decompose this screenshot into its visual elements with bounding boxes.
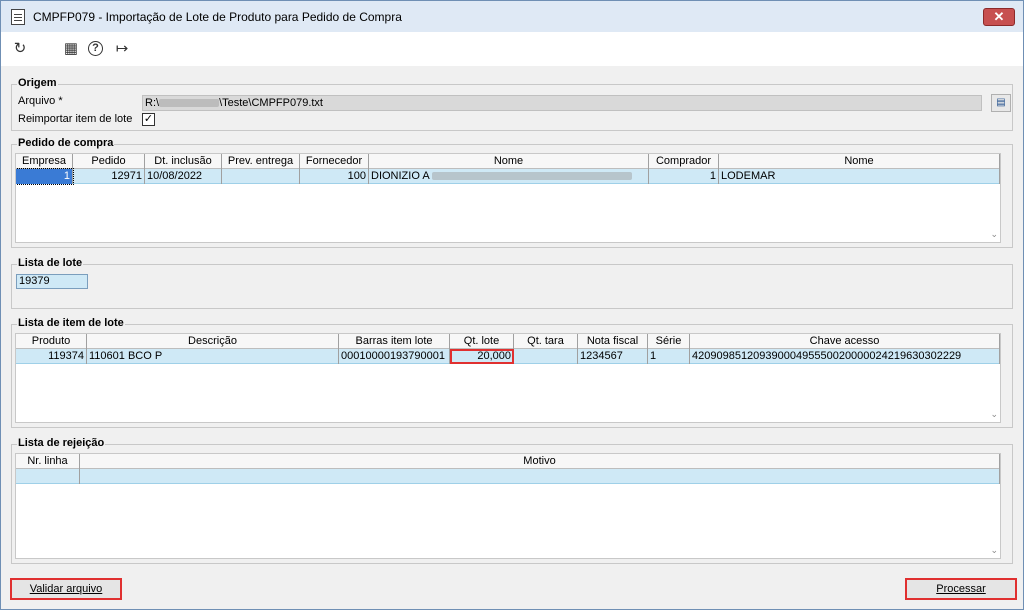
window-title: CMPFP079 - Importação de Lote de Produto… — [33, 9, 402, 24]
scroll-down-icon[interactable]: ⌄ — [990, 545, 998, 556]
table-row[interactable]: 119374 110601 BCO P 00010000193790001 20… — [16, 349, 1000, 364]
col-nr-linha[interactable]: Nr. linha — [16, 454, 80, 469]
lista-item-legend: Lista de item de lote — [17, 317, 125, 329]
col-prev-entrega[interactable]: Prev. entrega — [222, 154, 300, 169]
redacted-name — [432, 172, 633, 181]
validar-arquivo-button[interactable]: Validar arquivo — [10, 578, 122, 600]
pedido-group: Pedido de compra Empresa Pedido Dt. incl… — [11, 137, 1013, 248]
title-bar: CMPFP079 - Importação de Lote de Produto… — [1, 1, 1023, 32]
lista-lote-group: Lista de lote 19379 — [11, 257, 1013, 309]
refresh-icon[interactable]: ↻ — [11, 40, 29, 58]
arquivo-field[interactable]: R:\ \Teste\CMPFP079.txt — [142, 95, 982, 111]
col-empresa[interactable]: Empresa — [16, 154, 73, 169]
origem-legend: Origem — [17, 77, 58, 89]
lista-lote-legend: Lista de lote — [17, 257, 84, 269]
rejeicao-grid-header: Nr. linha Motivo — [16, 454, 1000, 469]
main-window: CMPFP079 - Importação de Lote de Produto… — [0, 0, 1024, 610]
arquivo-suffix: \Teste\CMPFP079.txt — [219, 97, 323, 109]
redacted-path — [159, 99, 220, 108]
cell-pedido[interactable]: 12971 — [73, 169, 145, 184]
cell-nr-linha[interactable] — [16, 469, 80, 484]
col-motivo[interactable]: Motivo — [80, 454, 1000, 469]
document-icon — [11, 8, 25, 25]
pedido-grid-header: Empresa Pedido Dt. inclusão Prev. entreg… — [16, 154, 1000, 169]
col-qt-lote[interactable]: Qt. lote — [450, 334, 514, 349]
cell-chave-acesso[interactable]: 4209098512093900049555002000002421963030… — [690, 349, 1000, 364]
calendar-icon[interactable]: ▦ — [62, 40, 80, 58]
cell-dt-inclusao[interactable]: 10/08/2022 — [145, 169, 222, 184]
cell-qt-tara[interactable] — [514, 349, 578, 364]
scroll-down-icon[interactable]: ⌄ — [990, 409, 998, 420]
cell-barras[interactable]: 00010000193790001 — [339, 349, 450, 364]
col-produto[interactable]: Produto — [16, 334, 87, 349]
cell-qt-lote[interactable]: 20,000 — [450, 349, 514, 364]
col-chave-acesso[interactable]: Chave acesso — [690, 334, 1000, 349]
cell-produto[interactable]: 119374 — [16, 349, 87, 364]
cell-serie[interactable]: 1 — [648, 349, 690, 364]
processar-button[interactable]: Processar — [905, 578, 1017, 600]
exit-icon[interactable]: ↦ — [113, 40, 131, 58]
table-row[interactable] — [16, 469, 1000, 484]
item-grid[interactable]: Produto Descrição Barras item lote Qt. l… — [15, 333, 1001, 423]
lote-field[interactable]: 19379 — [16, 274, 88, 289]
rejeicao-group: Lista de rejeição Nr. linha Motivo ⌄ — [11, 437, 1013, 564]
cell-descricao[interactable]: 110601 BCO P — [87, 349, 339, 364]
cell-motivo[interactable] — [80, 469, 1000, 484]
col-comprador[interactable]: Comprador — [649, 154, 719, 169]
nome-fornecedor-text: DIONIZIO A — [371, 170, 430, 182]
cell-comprador[interactable]: 1 — [649, 169, 719, 184]
table-row[interactable]: 1 12971 10/08/2022 100 DIONIZIO A 1 LODE… — [16, 168, 1000, 185]
arquivo-label: Arquivo * — [18, 95, 63, 107]
toolbar: ↻ ▦ ? ↦ — [1, 32, 1023, 66]
col-qt-tara[interactable]: Qt. tara — [514, 334, 578, 349]
close-button[interactable]: ✕ — [983, 8, 1015, 26]
col-descricao[interactable]: Descrição — [87, 334, 339, 349]
col-nota-fiscal[interactable]: Nota fiscal — [578, 334, 648, 349]
item-grid-header: Produto Descrição Barras item lote Qt. l… — [16, 334, 1000, 349]
cell-nome-fornecedor[interactable]: DIONIZIO A — [369, 169, 649, 184]
cell-nota-fiscal[interactable]: 1234567 — [578, 349, 648, 364]
col-dt-inclusao[interactable]: Dt. inclusão — [145, 154, 222, 169]
arquivo-prefix: R:\ — [145, 97, 160, 109]
col-nome-comprador[interactable]: Nome — [719, 154, 1000, 169]
rejeicao-grid[interactable]: Nr. linha Motivo ⌄ — [15, 453, 1001, 559]
cell-prev-entrega[interactable] — [222, 169, 300, 184]
reimportar-label: Reimportar item de lote — [18, 113, 133, 125]
lista-item-group: Lista de item de lote Produto Descrição … — [11, 317, 1013, 428]
col-pedido[interactable]: Pedido — [73, 154, 145, 169]
browse-file-button[interactable]: ▤ — [991, 94, 1011, 112]
origem-group: Origem Arquivo * R:\ \Teste\CMPFP079.txt … — [11, 77, 1013, 131]
pedido-legend: Pedido de compra — [17, 137, 115, 149]
scroll-down-icon[interactable]: ⌄ — [990, 229, 998, 240]
cell-fornecedor[interactable]: 100 — [300, 169, 369, 184]
pedido-grid[interactable]: Empresa Pedido Dt. inclusão Prev. entreg… — [15, 153, 1001, 243]
folder-icon: ▤ — [996, 97, 1006, 108]
col-nome-fornecedor[interactable]: Nome — [369, 154, 649, 169]
cell-nome-comprador[interactable]: LODEMAR — [719, 169, 1000, 184]
content-area: Origem Arquivo * R:\ \Teste\CMPFP079.txt … — [1, 66, 1023, 609]
cell-empresa[interactable]: 1 — [16, 168, 74, 185]
help-icon[interactable]: ? — [88, 41, 103, 56]
col-fornecedor[interactable]: Fornecedor — [300, 154, 369, 169]
col-barras[interactable]: Barras item lote — [339, 334, 450, 349]
rejeicao-legend: Lista de rejeição — [17, 437, 106, 449]
col-serie[interactable]: Série — [648, 334, 690, 349]
reimportar-checkbox[interactable]: ✓ — [142, 113, 155, 126]
